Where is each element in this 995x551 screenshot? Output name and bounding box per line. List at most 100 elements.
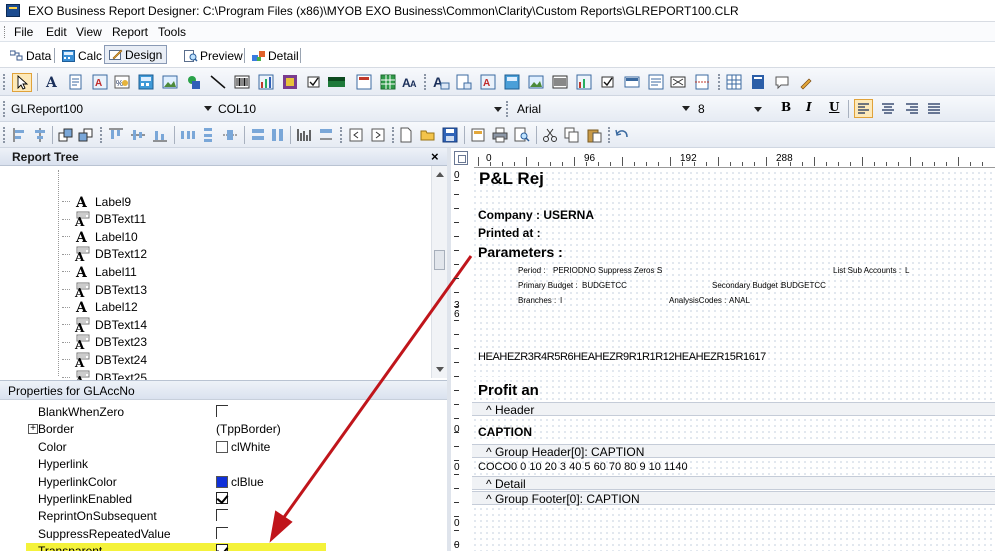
pen-tool-icon[interactable] <box>798 74 814 90</box>
scroll-thumb[interactable] <box>434 250 445 270</box>
paper-tool-icon[interactable] <box>750 74 766 90</box>
variable-tool-icon[interactable] <box>138 74 154 90</box>
property-row[interactable]: + Border (TppBorder) <box>26 421 326 438</box>
param-period-label[interactable]: Period : <box>518 266 546 275</box>
property-row[interactable]: SuppressRepeatedValue <box>26 526 326 543</box>
checkbox-unchecked[interactable] <box>216 405 228 417</box>
new-file-icon[interactable] <box>398 127 414 143</box>
property-row[interactable]: Hyperlink <box>26 456 326 473</box>
tablegrid-tool-icon[interactable] <box>380 74 396 90</box>
save-icon[interactable] <box>442 127 458 143</box>
tree-item[interactable]: A DBText24 <box>62 351 147 370</box>
ruler-corner-icon[interactable] <box>454 151 468 165</box>
color-swatch[interactable] <box>216 475 228 488</box>
property-row[interactable]: Color clWhite <box>26 439 326 456</box>
align-lefts-icon[interactable] <box>12 127 28 143</box>
checkbox-checked[interactable] <box>216 544 228 551</box>
chevron-down-icon[interactable] <box>494 107 502 112</box>
align-bottom-icon[interactable] <box>152 127 168 143</box>
band-detail-bar[interactable]: ^ Detail <box>472 476 995 491</box>
menu-file[interactable]: File <box>14 25 33 39</box>
report-select[interactable]: GLReport100 <box>8 100 198 119</box>
dbcalc-tool-icon[interactable] <box>504 74 520 90</box>
param-analysis-label[interactable]: AnalysisCodes : <box>669 296 726 305</box>
line-tool-icon[interactable] <box>210 74 226 90</box>
align-left-icon[interactable] <box>854 99 873 118</box>
grid-tool-icon[interactable] <box>726 74 742 90</box>
same-width-icon[interactable] <box>250 127 266 143</box>
crosstab-tool-icon[interactable] <box>282 74 298 90</box>
property-row[interactable]: BlankWhenZero <box>26 404 326 421</box>
tree-item[interactable]: A DBText14 <box>62 316 147 335</box>
tree-item[interactable]: A Label9 <box>62 193 131 211</box>
dbmemo-tool-icon[interactable] <box>456 74 472 90</box>
systemvar-tool-icon[interactable]: % <box>114 74 130 90</box>
barcode-tool-icon[interactable] <box>234 74 250 90</box>
property-value[interactable] <box>216 492 231 504</box>
report-title-label[interactable]: P&L Rej <box>479 169 544 189</box>
profit-label[interactable]: Profit an <box>478 382 539 399</box>
tree-item[interactable]: A DBText12 <box>62 246 147 264</box>
align-center-icon[interactable] <box>880 100 896 116</box>
nudge-left-icon[interactable] <box>348 127 364 143</box>
property-value[interactable] <box>216 405 231 417</box>
font-name-select[interactable]: Arial <box>514 100 674 119</box>
header-band-area[interactable] <box>472 417 995 442</box>
property-value[interactable] <box>216 526 231 539</box>
print-preview-icon[interactable] <box>514 127 530 143</box>
same-height-icon[interactable] <box>270 127 286 143</box>
menu-edit[interactable]: Edit <box>46 25 67 39</box>
param-branches-label[interactable]: Branches : <box>518 296 556 305</box>
band-group-footer-bar[interactable]: ^ Group Footer[0]: CAPTION <box>472 491 995 506</box>
param-listsub-label[interactable]: List Sub Accounts : <box>833 266 901 275</box>
align-centers-icon[interactable] <box>32 127 48 143</box>
bring-front-icon[interactable] <box>58 127 74 143</box>
param-primary-field[interactable]: BUDGETCC <box>582 281 627 290</box>
undo-icon[interactable] <box>614 127 630 143</box>
group-footer-band-area[interactable] <box>472 506 995 551</box>
dbcheckbox-tool-icon[interactable] <box>600 74 616 90</box>
image-tool-icon[interactable] <box>162 74 178 90</box>
fit-icon[interactable] <box>318 127 334 143</box>
param-listsub-field[interactable]: L <box>905 266 909 275</box>
tab-preview[interactable]: Preview <box>180 46 247 65</box>
expand-plus-icon[interactable]: + <box>28 424 38 435</box>
space-vertical-icon[interactable] <box>200 127 216 143</box>
paste-icon[interactable] <box>586 127 602 143</box>
align-middle-icon[interactable] <box>130 127 146 143</box>
align-justify-icon[interactable] <box>926 100 942 116</box>
dblabel-tool-icon[interactable]: A <box>432 74 450 90</box>
param-primary-label[interactable]: Primary Budget : <box>518 281 578 290</box>
param-branches-field[interactable]: I <box>560 296 562 305</box>
italic-button[interactable]: I <box>806 100 812 114</box>
band-header-bar[interactable]: ^ Header <box>472 402 995 417</box>
space-horizontal-icon[interactable] <box>180 127 196 143</box>
band-group-header-bar[interactable]: ^ Group Header[0]: CAPTION <box>472 444 995 459</box>
param-analysis-field[interactable]: ANAL <box>729 296 750 305</box>
color-swatch[interactable] <box>216 440 228 453</box>
summary-band-area[interactable] <box>472 378 995 401</box>
center-horizontal-icon[interactable] <box>222 127 238 143</box>
font-size-select[interactable]: 8 <box>682 100 738 119</box>
tree-item[interactable]: A DBText11 <box>62 211 146 229</box>
font-size-icon[interactable]: AA <box>402 74 418 90</box>
bold-button[interactable]: B <box>781 100 791 114</box>
label-tool-icon[interactable]: A <box>44 74 60 91</box>
printed-at-label[interactable]: Printed at : <box>478 226 541 240</box>
scroll-down-icon[interactable] <box>436 367 444 372</box>
tree-item[interactable]: A Label12 <box>62 299 138 316</box>
cut-icon[interactable] <box>542 127 558 143</box>
region-tool-icon[interactable] <box>328 74 345 90</box>
menu-tools[interactable]: Tools <box>158 25 186 39</box>
report-tree-scrollbar[interactable] <box>431 166 447 378</box>
param-periodno-field[interactable]: PERIODNO <box>553 266 596 275</box>
property-row[interactable]: ReprintOnSubsequent <box>26 508 326 525</box>
param-suppress-label[interactable]: Suppress Zeros : <box>598 266 659 275</box>
nudge-right-icon[interactable] <box>370 127 386 143</box>
align-top-icon[interactable] <box>108 127 124 143</box>
tree-item[interactable]: A Label10 <box>62 228 138 246</box>
column-values-row[interactable]: COCO0 0 10 20 3 40 5 60 70 80 9 10 1140 <box>478 461 688 473</box>
checkbox-tool-icon[interactable] <box>306 74 322 90</box>
property-value[interactable]: clBlue <box>216 475 264 489</box>
property-row[interactable]: HyperlinkColor clBlue <box>26 474 326 491</box>
